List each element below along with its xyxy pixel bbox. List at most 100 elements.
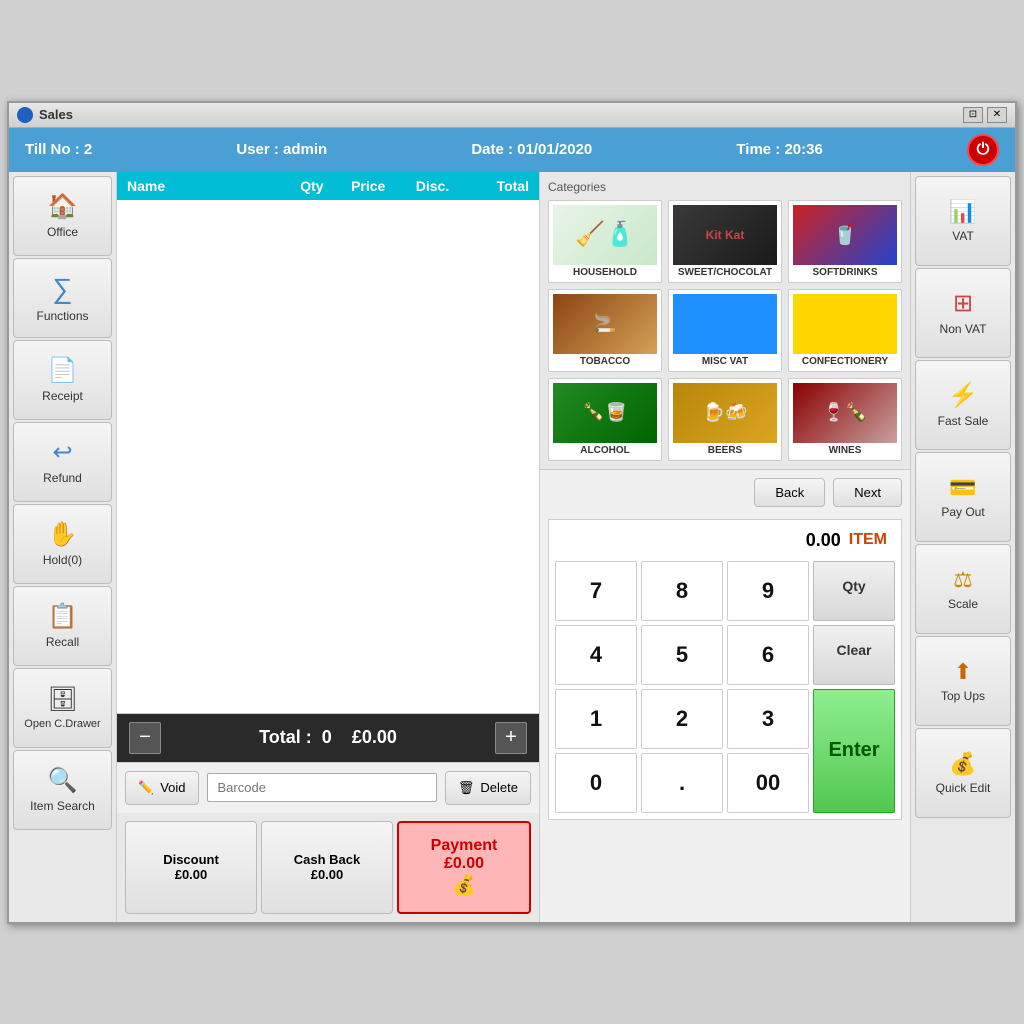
- scale-button[interactable]: Scale: [915, 544, 1011, 634]
- pos-table: Name Qty Price Disc. Total: [117, 172, 539, 714]
- refund-icon: [52, 438, 72, 467]
- category-household-img: 🧹🧴: [553, 205, 657, 265]
- num-5-button[interactable]: 5: [641, 625, 723, 685]
- category-softdrinks-label: SOFTDRINKS: [793, 267, 897, 278]
- drawer-icon: [47, 685, 77, 714]
- num-4-button[interactable]: 4: [555, 625, 637, 685]
- center-panel: Name Qty Price Disc. Total − Total : 0 £…: [117, 172, 540, 922]
- sidebar-item-office[interactable]: Office: [13, 176, 112, 256]
- category-household[interactable]: 🧹🧴 HOUSEHOLD: [548, 200, 662, 283]
- recall-icon: [48, 602, 78, 631]
- barcode-input[interactable]: [207, 773, 437, 802]
- category-confectionery[interactable]: CONFECTIONERY: [788, 289, 902, 372]
- sidebar-label-functions: Functions: [36, 309, 88, 323]
- num-00-button[interactable]: 00: [727, 753, 809, 813]
- category-beers[interactable]: 🍺🍻 BEERS: [668, 378, 782, 461]
- sidebar-item-open-drawer[interactable]: Open C.Drawer: [13, 668, 112, 748]
- user-info: User : admin: [236, 141, 327, 158]
- discount-button[interactable]: Discount £0.00: [125, 821, 257, 914]
- cashback-button[interactable]: Cash Back £0.00: [261, 821, 393, 914]
- sidebar-label-receipt: Receipt: [42, 389, 83, 403]
- power-button[interactable]: ⏻: [967, 134, 999, 166]
- sidebar-item-refund[interactable]: Refund: [13, 422, 112, 502]
- numpad-display: 0.00 ITEM: [555, 526, 895, 555]
- category-miscvat-img: [673, 294, 777, 354]
- numpad-item-label: ITEM: [849, 531, 887, 549]
- category-softdrinks[interactable]: 🥤 SOFTDRINKS: [788, 200, 902, 283]
- void-button[interactable]: ✏️ Void: [125, 771, 199, 805]
- delete-button[interactable]: 🗑 Delete: [445, 771, 531, 805]
- date-info: Date : 01/01/2020: [471, 141, 592, 158]
- category-wines-img: 🍷🍾: [793, 383, 897, 443]
- category-wines[interactable]: 🍷🍾 WINES: [788, 378, 902, 461]
- topups-button[interactable]: Top Ups: [915, 636, 1011, 726]
- num-1-button[interactable]: 1: [555, 689, 637, 749]
- till-number: Till No : 2: [25, 141, 92, 158]
- category-wines-label: WINES: [793, 445, 897, 456]
- sidebar-label-search: Item Search: [30, 799, 95, 813]
- plus-button[interactable]: +: [495, 722, 527, 754]
- restore-button[interactable]: ⊡: [963, 107, 983, 123]
- category-alcohol[interactable]: 🍾🥃 ALCOHOL: [548, 378, 662, 461]
- main-content: Office Functions Receipt Refund Hold(0) …: [9, 172, 1015, 922]
- num-0-button[interactable]: 0: [555, 753, 637, 813]
- num-7-button[interactable]: 7: [555, 561, 637, 621]
- total-display: Total : 0 £0.00: [171, 727, 485, 748]
- category-tobacco[interactable]: 🚬 TOBACCO: [548, 289, 662, 372]
- categories-grid: 🧹🧴 HOUSEHOLD Kit Kat SWEET/CHOCOLAT 🥤: [548, 200, 902, 461]
- nonvat-button[interactable]: Non VAT: [915, 268, 1011, 358]
- sidebar-item-receipt[interactable]: Receipt: [13, 340, 112, 420]
- num-8-button[interactable]: 8: [641, 561, 723, 621]
- header-bar: Till No : 2 User : admin Date : 01/01/20…: [9, 128, 1015, 172]
- quickedit-label: Quick Edit: [936, 781, 991, 795]
- payout-button[interactable]: Pay Out: [915, 452, 1011, 542]
- hold-icon: [48, 520, 78, 549]
- num-9-button[interactable]: 9: [727, 561, 809, 621]
- num-6-button[interactable]: 6: [727, 625, 809, 685]
- clear-button[interactable]: Clear: [813, 625, 895, 685]
- qty-button[interactable]: Qty: [813, 561, 895, 621]
- fastsale-button[interactable]: Fast Sale: [915, 360, 1011, 450]
- enter-button[interactable]: Enter: [813, 689, 895, 813]
- sidebar-item-functions[interactable]: Functions: [13, 258, 112, 338]
- bottom-buttons: Discount £0.00 Cash Back £0.00 Payment £…: [117, 813, 539, 922]
- window-title: Sales: [39, 107, 73, 122]
- category-household-label: HOUSEHOLD: [553, 267, 657, 278]
- col-header-disc: Disc.: [400, 178, 464, 194]
- app-icon: [17, 107, 33, 123]
- sidebar-label-recall: Recall: [46, 635, 79, 649]
- category-miscvat-label: MISC VAT: [673, 356, 777, 367]
- col-header-qty: Qty: [288, 178, 336, 194]
- category-alcohol-label: ALCOHOL: [553, 445, 657, 456]
- time-info: Time : 20:36: [736, 141, 822, 158]
- payout-icon: [949, 475, 976, 501]
- power-icon: ⏻: [977, 141, 990, 159]
- trash-icon: 🗑: [458, 780, 475, 796]
- sigma-icon: [53, 273, 73, 305]
- category-tobacco-img: 🚬: [553, 294, 657, 354]
- back-button[interactable]: Back: [754, 478, 825, 507]
- quickedit-button[interactable]: Quick Edit: [915, 728, 1011, 818]
- sidebar-item-recall[interactable]: Recall: [13, 586, 112, 666]
- minus-button[interactable]: −: [129, 722, 161, 754]
- categories-label: Categories: [548, 180, 902, 194]
- payment-button[interactable]: Payment £0.00 💰: [397, 821, 531, 914]
- vat-button[interactable]: VAT: [915, 176, 1011, 266]
- sidebar-item-hold[interactable]: Hold(0): [13, 504, 112, 584]
- close-button[interactable]: ✕: [987, 107, 1007, 123]
- col-header-total: Total: [465, 178, 529, 194]
- table-header: Name Qty Price Disc. Total: [117, 172, 539, 200]
- num-dot-button[interactable]: .: [641, 753, 723, 813]
- next-button[interactable]: Next: [833, 478, 902, 507]
- numpad-grid: 7 8 9 Qty 4 5 6 Clear 1 2 3 Enter 0 .: [555, 561, 895, 813]
- search-icon: [48, 766, 78, 795]
- sidebar-item-search[interactable]: Item Search: [13, 750, 112, 830]
- title-bar: Sales ⊡ ✕: [9, 103, 1015, 128]
- num-3-button[interactable]: 3: [727, 689, 809, 749]
- num-2-button[interactable]: 2: [641, 689, 723, 749]
- category-miscvat[interactable]: MISC VAT: [668, 289, 782, 372]
- total-bar: − Total : 0 £0.00 +: [117, 714, 539, 762]
- category-sweet[interactable]: Kit Kat SWEET/CHOCOLAT: [668, 200, 782, 283]
- scale-label: Scale: [948, 597, 978, 611]
- navigation-buttons: Back Next: [540, 470, 910, 515]
